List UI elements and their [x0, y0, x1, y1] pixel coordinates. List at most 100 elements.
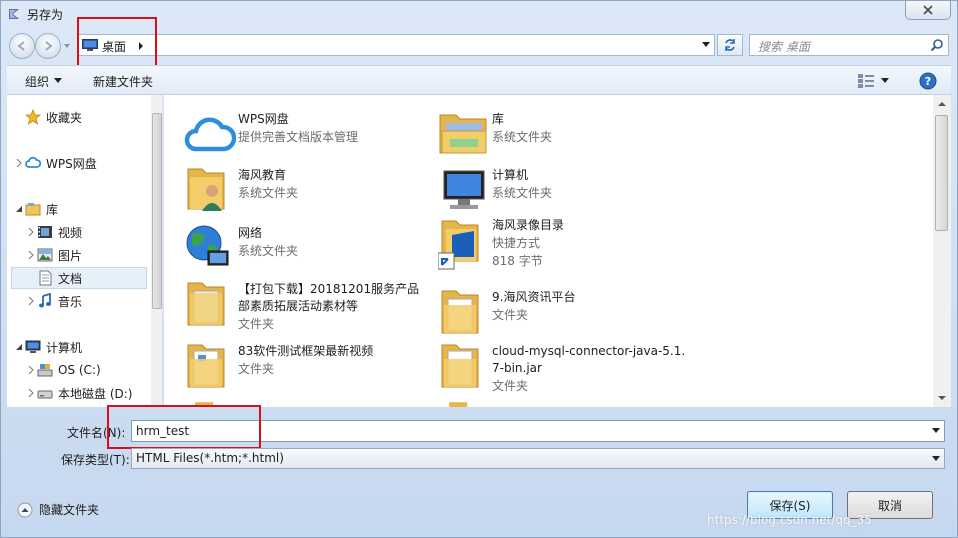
item-type: 文件夹	[492, 308, 529, 322]
sidebar-item-favorites[interactable]: 收藏夹	[25, 106, 82, 128]
list-item-wps[interactable]: WPS网盘 提供完善文档版本管理	[184, 109, 434, 165]
cloud-icon	[184, 117, 236, 152]
expand-arrow-icon[interactable]	[27, 228, 35, 236]
sidebar-item-label: 收藏夹	[46, 110, 83, 125]
file-list-scrollbar-thumb[interactable]	[935, 115, 948, 231]
sidebar-scrollbar[interactable]	[151, 95, 162, 407]
close-button[interactable]	[905, 1, 951, 20]
sidebar-item-pictures[interactable]: 图片	[37, 244, 82, 266]
watermark: https://blog.csdn.net/qq_35	[707, 513, 872, 527]
list-item-network[interactable]: 网络 系统文件夹	[184, 223, 434, 279]
chevron-down-icon[interactable]	[932, 456, 940, 462]
list-item-library[interactable]: 库 系统文件夹	[438, 109, 688, 165]
navigation-pane: 收藏夹 WPS网盘 库 视频 图片 文档 音乐 计算机 OS (C:) 本地磁盘…	[7, 95, 163, 407]
sidebar-item-label: 库	[46, 202, 59, 217]
sidebar-item-documents[interactable]: 文档	[11, 267, 147, 289]
item-type: 系统文件夹	[238, 186, 299, 200]
address-bar[interactable]: 桌面	[77, 34, 715, 56]
shortcut-folder-icon	[438, 220, 479, 270]
search-placeholder: 搜索 桌面	[758, 40, 810, 54]
sidebar-item-drive-d[interactable]: 本地磁盘 (D:)	[37, 382, 132, 404]
filename-value[interactable]: hrm_test	[136, 424, 189, 438]
video-icon	[38, 226, 52, 238]
sidebar-item-library[interactable]: 库	[25, 198, 58, 220]
sidebar-scrollbar-thumb[interactable]	[152, 113, 162, 309]
network-globe-icon	[186, 225, 229, 266]
sidebar-item-label: 图片	[58, 248, 83, 263]
filetype-label: 保存类型(T):	[61, 453, 130, 467]
sidebar-item-videos[interactable]: 视频	[37, 221, 82, 243]
expand-arrow-icon[interactable]	[15, 159, 23, 167]
item-name: 计算机	[492, 168, 529, 182]
hide-folders-label: 隐藏文件夹	[39, 503, 100, 517]
folder-icon	[187, 282, 225, 326]
forward-button[interactable]	[35, 33, 61, 59]
expand-arrow-icon[interactable]	[27, 366, 35, 374]
collapse-arrow-icon[interactable]	[15, 343, 23, 351]
save-as-dialog: 另存为 桌面 搜索 桌面 组织 新建文件夹 ? 收藏夹 WPS网盘 库 视频 图…	[0, 0, 958, 538]
item-name: 【打包下载】20181201服务产品 部素质拓展活动素材等	[238, 282, 420, 313]
item-type: 系统文件夹	[492, 130, 553, 144]
list-item-folder[interactable]: 9.海风资讯平台 文件夹	[438, 287, 688, 343]
list-item-folder[interactable]: 83软件测试框架最新视频 文件夹	[184, 341, 434, 397]
file-list-scrollbar[interactable]	[933, 95, 951, 407]
filetype-select[interactable]: HTML Files(*.htm;*.html)	[131, 448, 945, 469]
svg-text:?: ?	[925, 75, 931, 88]
list-item-user[interactable]: 海风教育 系统文件夹	[184, 165, 434, 221]
file-list: WPS网盘 提供完善文档版本管理 库 系统文件夹 海风教育 系统文件夹 计算机 …	[164, 95, 951, 407]
new-folder-button[interactable]: 新建文件夹	[93, 73, 153, 90]
item-name: 库	[492, 112, 505, 126]
chevron-down-icon[interactable]	[702, 42, 710, 48]
expand-arrow-icon[interactable]	[27, 389, 35, 397]
item-size: 818 字节	[492, 254, 543, 268]
search-input[interactable]: 搜索 桌面	[749, 34, 949, 56]
scroll-down-icon[interactable]	[933, 391, 951, 405]
chevron-down-icon[interactable]	[932, 428, 940, 434]
expand-arrow-icon[interactable]	[27, 251, 35, 259]
picture-icon	[37, 248, 53, 262]
sidebar-item-drive-c[interactable]: OS (C:)	[37, 359, 101, 381]
list-item-folder[interactable]: 【打包下载】20181201服务产品 部素质拓展活动素材等 文件夹	[184, 279, 434, 335]
back-button[interactable]	[9, 33, 35, 59]
sidebar-item-label: 本地磁盘 (D:)	[58, 386, 133, 401]
item-name: cloud-mysql-connector-java-5.1. 7-bin.ja…	[492, 344, 686, 375]
arrow-left-icon	[17, 41, 25, 51]
sidebar-item-computer[interactable]: 计算机	[25, 336, 82, 358]
recent-locations-dropdown[interactable]	[63, 42, 71, 50]
window-title: 另存为	[27, 8, 64, 22]
scroll-up-icon[interactable]	[933, 97, 951, 111]
sidebar-item-label: WPS网盘	[46, 156, 97, 171]
view-options-icon[interactable]	[857, 73, 875, 89]
item-type: 文件夹	[238, 362, 275, 376]
cloud-icon	[25, 156, 41, 168]
computer-icon	[443, 170, 485, 209]
sidebar-item-music[interactable]: 音乐	[37, 290, 82, 312]
refresh-button[interactable]	[717, 34, 743, 56]
star-icon	[25, 109, 41, 125]
chevron-down-icon[interactable]	[54, 78, 62, 84]
list-item-computer[interactable]: 计算机 系统文件夹	[438, 165, 688, 221]
item-type: 文件夹	[492, 379, 529, 393]
search-icon[interactable]	[930, 38, 944, 52]
collapse-arrow-icon[interactable]	[15, 205, 23, 213]
breadcrumb[interactable]: 桌面	[102, 38, 126, 55]
item-type: 快捷方式	[492, 236, 541, 250]
sidebar-item-label: 计算机	[46, 340, 83, 355]
sidebar-item-label: 文档	[58, 271, 83, 286]
filename-input[interactable]: hrm_test	[131, 420, 945, 442]
hide-folders-toggle[interactable]: 隐藏文件夹	[17, 501, 99, 518]
item-name: 海风录像目录	[492, 218, 565, 232]
folder-icon	[441, 290, 479, 334]
list-item-folder[interactable]: cloud-mysql-connector-java-5.1. 7-bin.ja…	[438, 341, 688, 397]
folder-icon	[187, 344, 225, 388]
expand-arrow-icon[interactable]	[27, 297, 35, 305]
chevron-right-icon[interactable]	[138, 42, 144, 50]
item-type: 系统文件夹	[238, 244, 299, 258]
chevron-down-icon[interactable]	[881, 78, 889, 84]
sidebar-item-label: 音乐	[58, 294, 83, 309]
sidebar-item-wps[interactable]: WPS网盘	[25, 152, 97, 174]
library-folder-icon	[439, 114, 487, 154]
help-icon[interactable]: ?	[919, 72, 937, 90]
organize-button[interactable]: 组织	[25, 73, 49, 90]
list-item-shortcut[interactable]: 海风录像目录 快捷方式 818 字节	[438, 215, 688, 277]
